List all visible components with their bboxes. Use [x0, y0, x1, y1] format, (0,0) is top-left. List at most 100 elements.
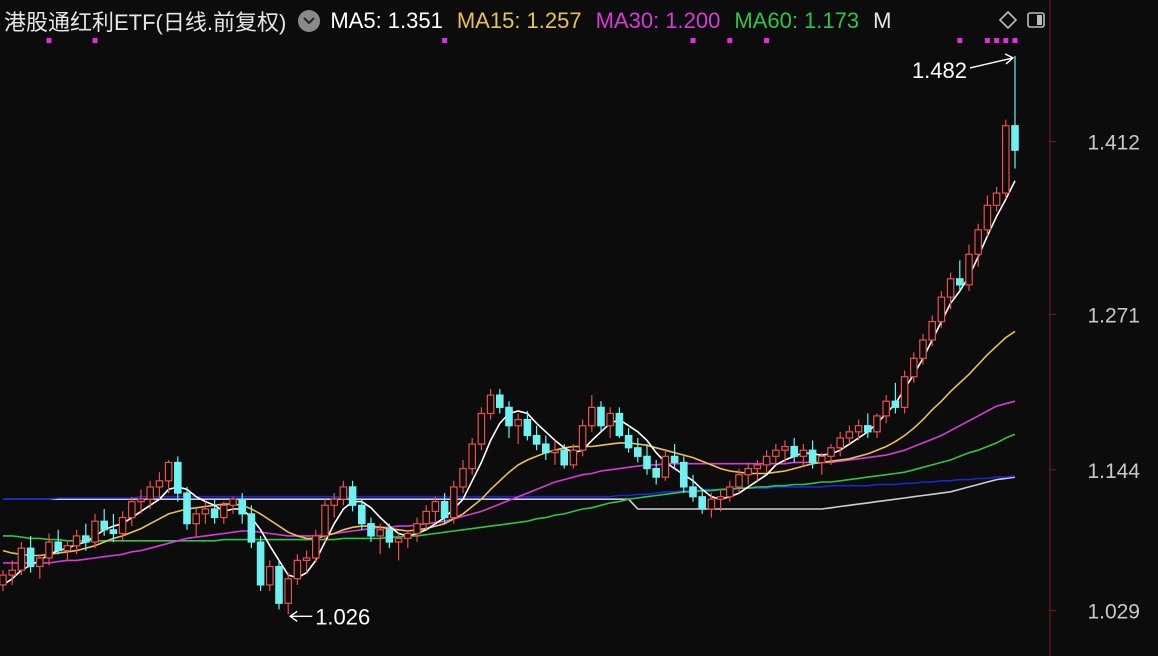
candle-up [312, 535, 320, 559]
candle-down [633, 447, 642, 457]
candle-up [404, 532, 412, 539]
candle-up [845, 431, 854, 439]
diamond-icon[interactable] [998, 10, 1018, 30]
candle-up [781, 445, 789, 451]
candle-up [266, 565, 274, 586]
candle-up [606, 412, 615, 427]
candle-up [744, 467, 753, 476]
candle-up [919, 339, 927, 359]
y-tick-label: 1.144 [1087, 460, 1140, 483]
candle-up [817, 455, 826, 464]
candle-up [321, 504, 329, 537]
candle-down [679, 461, 688, 488]
candle-up [882, 400, 891, 417]
ma60-line [3, 433, 1016, 542]
candle-up [661, 455, 670, 478]
candle-up [201, 508, 210, 515]
candle-down [532, 434, 541, 445]
candle-up [569, 449, 578, 466]
event-marker [727, 38, 733, 43]
ma5-label: MA5: 1.351 [330, 8, 443, 33]
candle-down [643, 455, 651, 470]
candle-up [45, 541, 53, 559]
candle-down [863, 425, 872, 433]
ma-more-label: M [873, 8, 892, 33]
candle-up [707, 498, 716, 510]
candle-up [17, 547, 26, 571]
candle-down [689, 486, 697, 498]
candle-up [716, 496, 725, 500]
low-arrow [288, 610, 313, 622]
candle-down [597, 406, 605, 427]
candle-up [376, 529, 385, 537]
candle-up [118, 516, 127, 535]
y-tick-label: 1.412 [1087, 132, 1140, 155]
high-label: 1.482 [912, 58, 967, 83]
candle-down [256, 541, 265, 586]
candle-up [477, 412, 486, 445]
candle-up [284, 578, 293, 604]
candle-up [725, 486, 734, 498]
candle-up [900, 376, 909, 408]
candle-up [35, 557, 44, 568]
candle-up [459, 467, 467, 488]
candle-up [431, 501, 440, 513]
candle-down [541, 443, 550, 454]
panel-toggle-icon[interactable] [1026, 10, 1046, 30]
candle-up [394, 537, 403, 543]
candle-down [109, 529, 118, 535]
candle-down [891, 400, 900, 408]
candle-up [468, 443, 477, 470]
candle-down [1011, 125, 1019, 151]
candle-up [836, 437, 845, 449]
candle-up [992, 192, 1001, 206]
candle-up [587, 406, 596, 427]
chevron-down-icon[interactable] [298, 10, 321, 32]
candlestick-chart[interactable]: 1.412 1.271 1.144 1.029 1.482 1.026 [0, 0, 1158, 656]
event-marker [1003, 38, 1009, 43]
candle-up [762, 455, 771, 466]
candle-down [496, 394, 504, 408]
candle-up [8, 569, 17, 576]
y-tick-label: 1.029 [1087, 601, 1140, 624]
candle-up [293, 559, 302, 580]
candle-down [385, 529, 394, 543]
event-marker [690, 38, 696, 43]
candle-down [652, 467, 661, 478]
candle-up [551, 449, 559, 454]
candle-up [146, 486, 155, 500]
candle-up [422, 510, 431, 525]
candle-up [192, 513, 201, 525]
candle-up [514, 418, 523, 427]
candle-up [486, 394, 495, 415]
candle-up [578, 425, 587, 451]
candle-down [955, 278, 964, 286]
ma15-line [2, 330, 1016, 557]
candle-up [330, 498, 339, 506]
candle-up [302, 557, 311, 562]
candle-up [155, 480, 164, 488]
ma30-label: MA30: 1.200 [595, 8, 721, 33]
candle-up [1001, 125, 1010, 194]
event-marker [957, 38, 963, 43]
event-marker [442, 38, 448, 43]
candle-up [137, 498, 145, 503]
candle-up [413, 523, 421, 535]
chart-tools [998, 10, 1046, 30]
candle-up [928, 321, 937, 341]
candle-down [358, 504, 366, 525]
ma60-label: MA60: 1.173 [734, 8, 860, 33]
candle-down [238, 498, 247, 515]
candle-down [174, 461, 182, 494]
event-marker [764, 38, 770, 43]
candle-up [63, 545, 72, 552]
candle-up [0, 574, 7, 586]
grid: 1.412 1.271 1.144 1.029 [0, 0, 1140, 656]
candle-down [698, 496, 707, 510]
candle-down [790, 445, 799, 457]
event-marker [994, 38, 1000, 43]
candle-down [440, 501, 449, 519]
candle-up [799, 449, 808, 457]
candle-up [91, 520, 99, 543]
candle-down [26, 547, 35, 568]
